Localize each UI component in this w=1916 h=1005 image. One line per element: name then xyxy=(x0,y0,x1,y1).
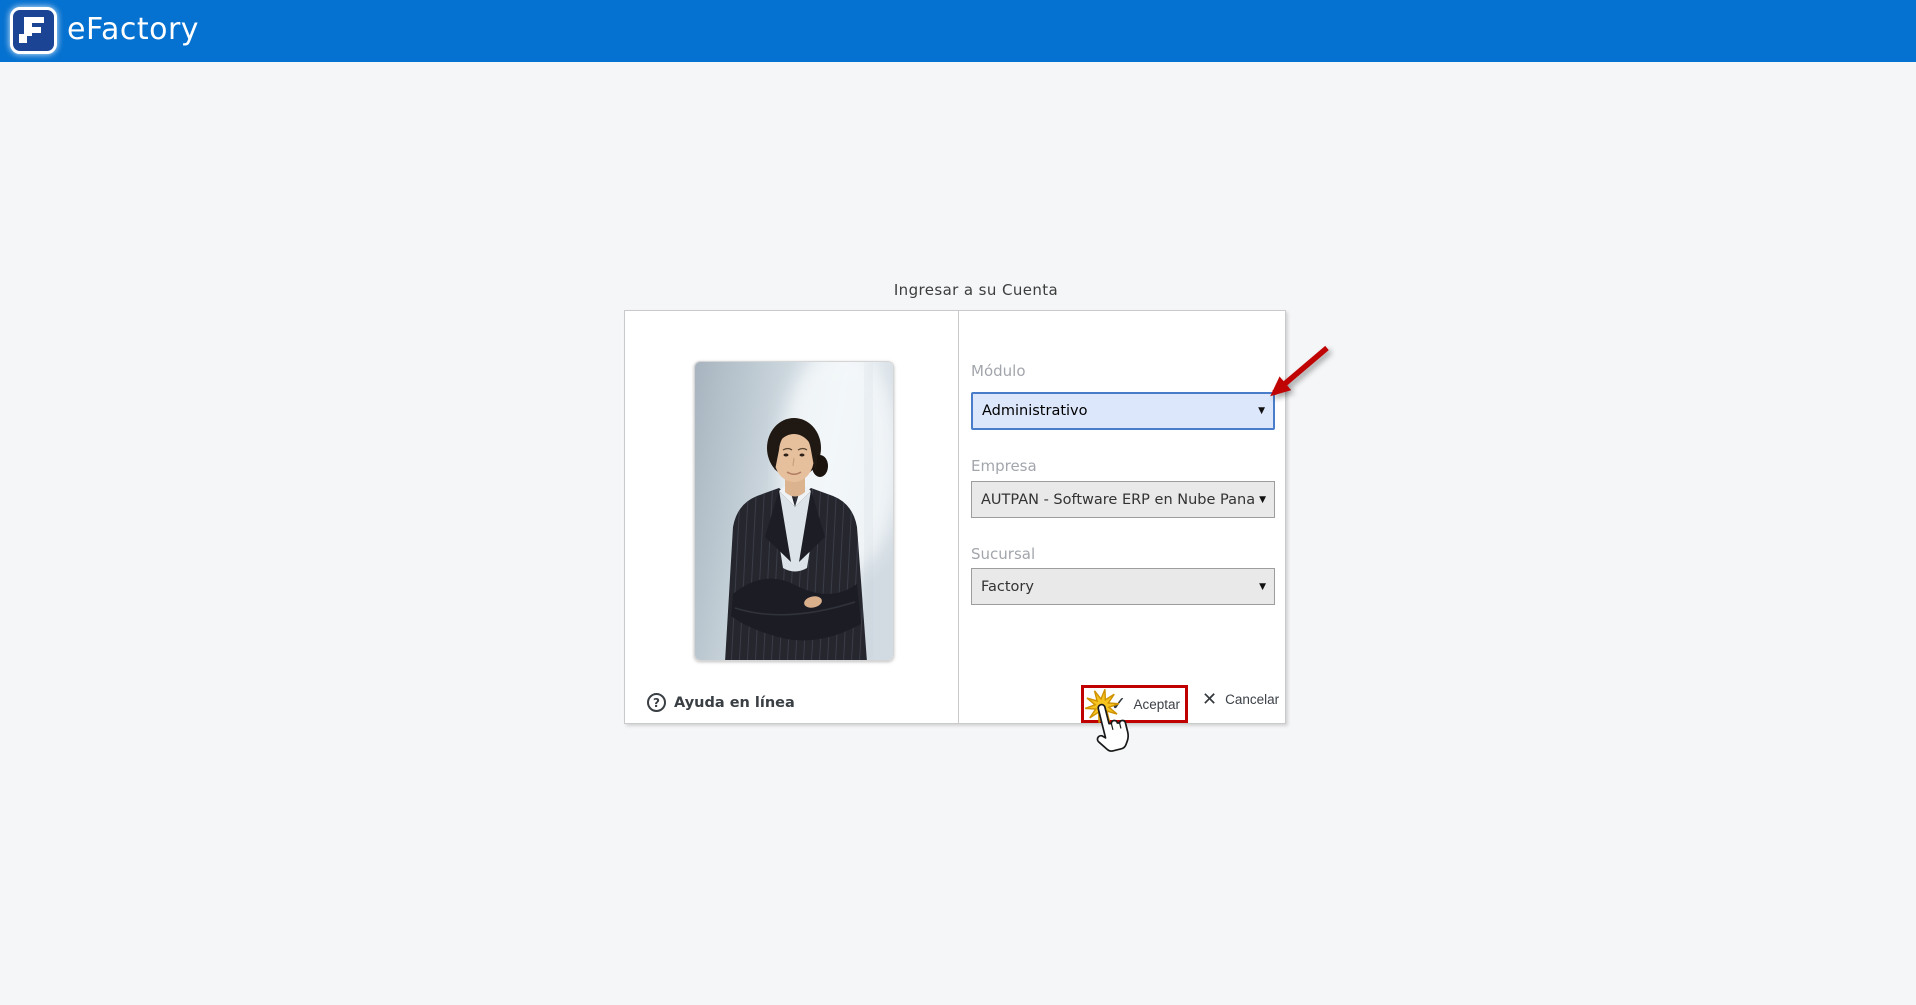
login-photo xyxy=(694,361,894,661)
close-icon: ✕ xyxy=(1202,689,1218,709)
modulo-select[interactable]: Administrativo ▼ xyxy=(971,392,1275,430)
help-link[interactable]: ? Ayuda en línea xyxy=(647,693,795,712)
help-link-label: Ayuda en línea xyxy=(674,694,795,711)
app-title: eFactory xyxy=(67,12,200,47)
sucursal-select-value: Factory xyxy=(981,578,1034,595)
help-question-icon: ? xyxy=(647,693,666,712)
sucursal-select[interactable]: Factory ▼ xyxy=(971,568,1275,605)
page-title: Ingresar a su Cuenta xyxy=(893,281,1059,299)
empresa-select[interactable]: AUTPAN - Software ERP en Nube Pana ▼ xyxy=(971,481,1275,518)
chevron-down-icon: ▼ xyxy=(1259,494,1267,505)
sucursal-label: Sucursal xyxy=(971,545,1036,563)
efactory-login-screen: eFactory Ingresar a su Cuenta ? Ayuda en… xyxy=(0,0,1916,1005)
empresa-label: Empresa xyxy=(971,457,1037,475)
modulo-label: Módulo xyxy=(971,362,1026,380)
modulo-select-value: Administrativo xyxy=(982,403,1088,419)
cancelar-button-label: Cancelar xyxy=(1225,691,1280,707)
efactory-logo-icon xyxy=(10,7,57,54)
chevron-down-icon: ▼ xyxy=(1259,581,1266,592)
login-panel: ? Ayuda en línea Módulo Administrativo ▼… xyxy=(624,310,1286,724)
empresa-select-value: AUTPAN - Software ERP en Nube Pana xyxy=(981,491,1256,508)
panel-divider xyxy=(958,311,959,723)
hand-cursor-click-icon xyxy=(1084,688,1130,752)
red-arrow-annotation xyxy=(1270,345,1329,397)
header-bar: eFactory xyxy=(0,0,1916,62)
cancelar-button[interactable]: ✕ Cancelar xyxy=(1202,690,1279,708)
